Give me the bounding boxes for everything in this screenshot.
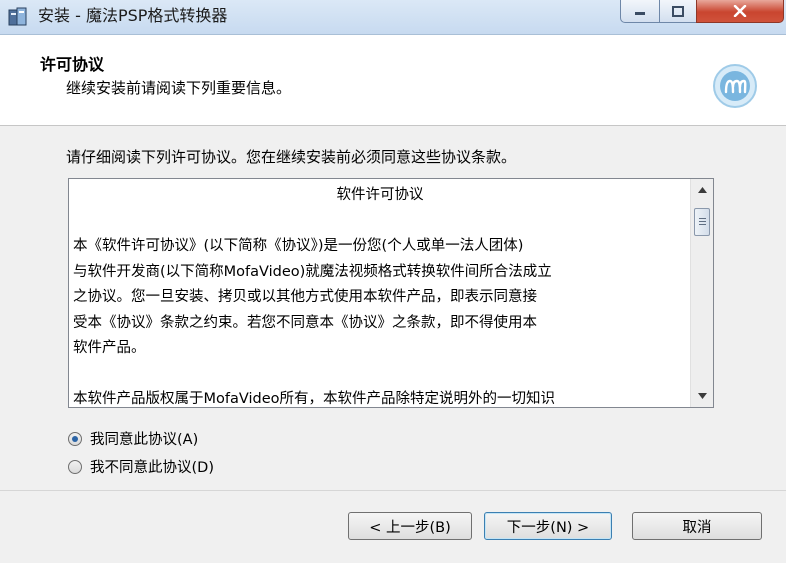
maximize-icon	[672, 5, 684, 17]
license-line: 本软件产品版权属于MofaVideo所有，本软件产品除特定说明外的一切知识	[73, 391, 555, 405]
scroll-thumb[interactable]	[694, 208, 710, 236]
license-scrollbar[interactable]	[690, 179, 713, 407]
minimize-icon	[635, 12, 645, 15]
mofa-logo-icon	[713, 64, 757, 108]
disagree-radio[interactable]	[68, 459, 82, 474]
scroll-up-button[interactable]	[691, 181, 713, 199]
license-heading: 软件许可协议	[336, 187, 424, 203]
arrow-up-icon	[697, 187, 707, 193]
installer-icon	[8, 7, 27, 26]
close-button[interactable]	[696, 0, 784, 23]
back-button[interactable]: < 上一步(B)	[348, 512, 472, 540]
close-icon	[733, 5, 747, 17]
page-subtitle: 继续安装前请阅读下列重要信息。	[66, 79, 292, 97]
maximize-button[interactable]	[659, 0, 697, 23]
next-button[interactable]: 下一步(N) >	[484, 512, 612, 540]
page-title: 许可协议	[40, 55, 105, 74]
agree-option[interactable]: 我同意此协议(A)	[68, 428, 198, 449]
license-line: 软件产品。	[73, 340, 146, 356]
title-bar: 安装 - 魔法PSP格式转换器	[0, 0, 786, 35]
window-title: 安装 - 魔法PSP格式转换器	[38, 6, 228, 25]
minimize-button[interactable]	[620, 0, 660, 23]
agree-label: 我同意此协议(A)	[90, 432, 199, 448]
license-content: 软件许可协议 本《软件许可协议》(以下简称《协议》)是一份您(个人或单一法人团体…	[73, 183, 687, 405]
scroll-down-button[interactable]	[691, 387, 713, 405]
agree-radio[interactable]	[68, 431, 82, 446]
arrow-down-icon	[697, 393, 707, 399]
disagree-label: 我不同意此协议(D)	[90, 460, 214, 476]
license-line: 与软件开发商(以下简称MofaVideo)就魔法视频格式转换软件间所合法成立	[73, 263, 552, 280]
license-line: 之协议。您一旦安装、拷贝或以其他方式使用本软件产品，即表示同意接	[73, 289, 537, 305]
page-header: 许可协议 继续安装前请阅读下列重要信息。	[0, 35, 786, 126]
license-line: 受本《协议》条款之约束。若您不同意本《协议》之条款，即不得使用本	[73, 314, 537, 331]
instruction-text: 请仔细阅读下列许可协议。您在继续安装前必须同意这些协议条款。	[66, 148, 517, 166]
license-line: 本《软件许可协议》(以下简称《协议》)是一份您(个人或单一法人团体)	[73, 238, 524, 254]
footer-divider	[0, 490, 786, 491]
license-textbox[interactable]: 软件许可协议 本《软件许可协议》(以下简称《协议》)是一份您(个人或单一法人团体…	[68, 178, 714, 408]
disagree-option[interactable]: 我不同意此协议(D)	[68, 456, 214, 477]
cancel-button[interactable]: 取消	[632, 512, 762, 540]
